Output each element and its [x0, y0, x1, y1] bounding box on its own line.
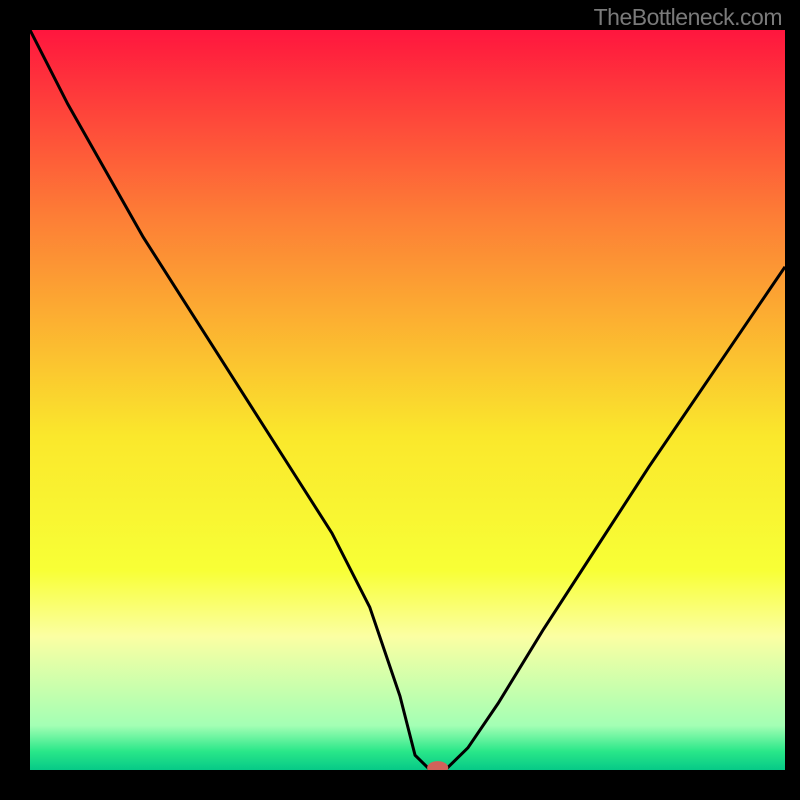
- plot-area: [30, 30, 785, 770]
- chart-container: TheBottleneck.com: [0, 0, 800, 800]
- watermark-text: TheBottleneck.com: [594, 4, 782, 31]
- plot-svg: [30, 30, 785, 770]
- gradient-background: [30, 30, 785, 770]
